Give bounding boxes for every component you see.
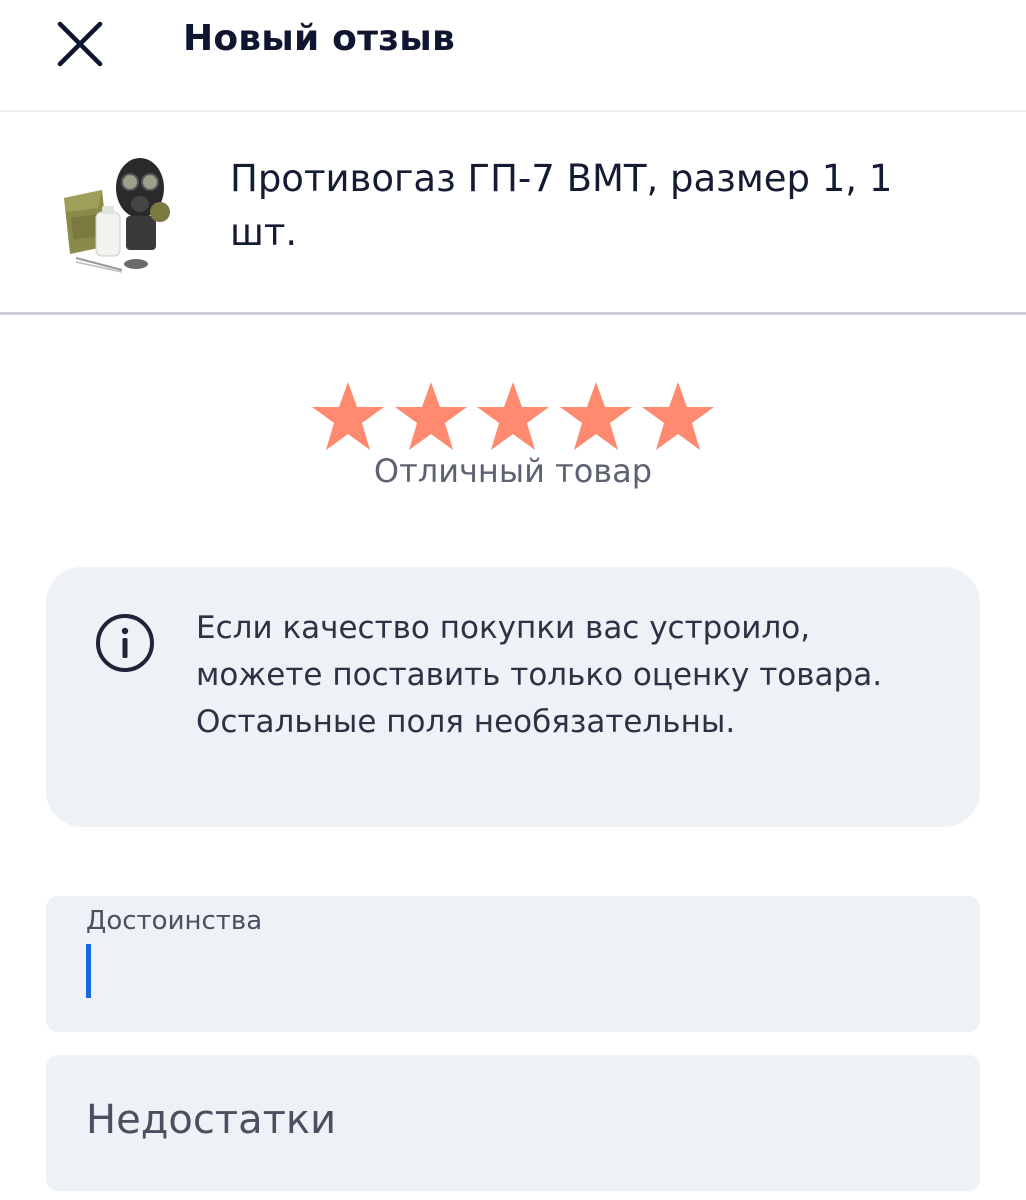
top-bar: Новый отзыв <box>0 0 1026 110</box>
star-icon-4[interactable] <box>558 380 634 452</box>
close-icon <box>57 21 103 67</box>
star-icon-1[interactable] <box>310 380 386 452</box>
info-text: Если качество покупки вас устроило, може… <box>196 610 883 740</box>
info-icon <box>96 614 154 672</box>
product-row: Противогаз ГП-7 ВМТ, размер 1, 1 шт. <box>0 112 1026 312</box>
product-divider <box>0 312 1026 315</box>
pros-field[interactable]: Достоинства <box>46 896 980 1032</box>
gas-mask-product-image <box>64 158 170 273</box>
star-icon-5[interactable] <box>640 380 716 452</box>
rating-stars <box>310 380 716 456</box>
star-icon-2[interactable] <box>393 380 469 452</box>
close-button[interactable] <box>50 16 110 72</box>
pros-label: Достоинства <box>86 906 263 936</box>
cons-field[interactable]: Недостатки <box>46 1055 980 1191</box>
product-name: Противогаз ГП-7 ВМТ, размер 1, 1 шт. <box>230 157 893 254</box>
rating-label: Отличный товар <box>373 452 653 490</box>
cons-placeholder: Недостатки <box>86 1097 337 1143</box>
star-icon-3[interactable] <box>475 380 551 452</box>
text-cursor <box>86 944 91 998</box>
page-title: Новый отзыв <box>183 18 456 59</box>
info-notice: Если качество покупки вас устроило, може… <box>46 567 980 827</box>
